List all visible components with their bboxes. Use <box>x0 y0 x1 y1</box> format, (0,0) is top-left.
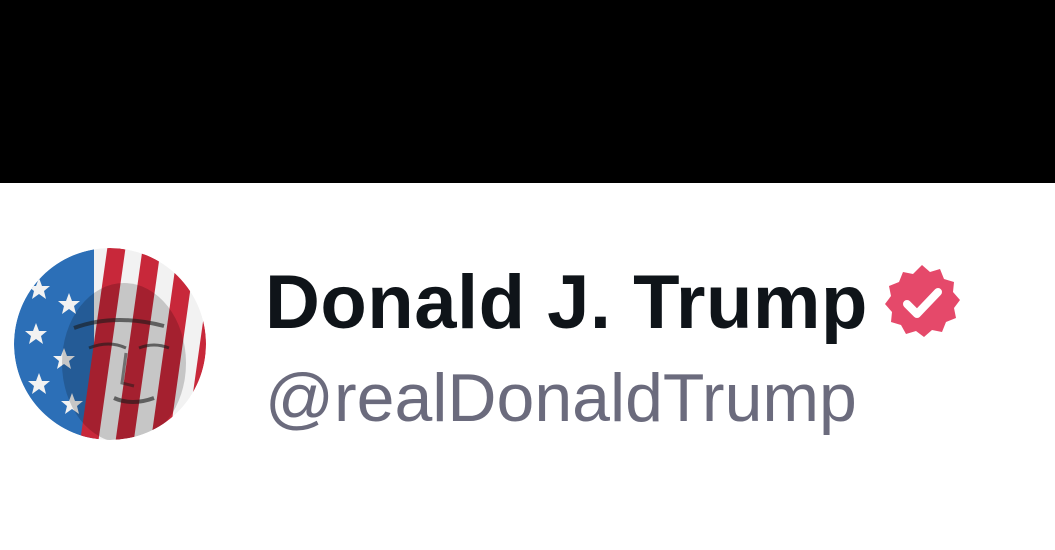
user-handle[interactable]: @realDonaldTrump <box>265 358 857 438</box>
verified-check-icon <box>882 263 962 343</box>
page: Donald J. Trump @realDonaldTrump <box>0 0 1055 550</box>
display-name[interactable]: Donald J. Trump <box>265 258 868 348</box>
name-row: Donald J. Trump <box>265 258 962 348</box>
avatar[interactable] <box>14 248 206 440</box>
flag-portrait-avatar-icon <box>14 248 206 440</box>
top-black-bar <box>0 0 1055 183</box>
profile-header: Donald J. Trump @realDonaldTrump <box>0 183 1055 550</box>
